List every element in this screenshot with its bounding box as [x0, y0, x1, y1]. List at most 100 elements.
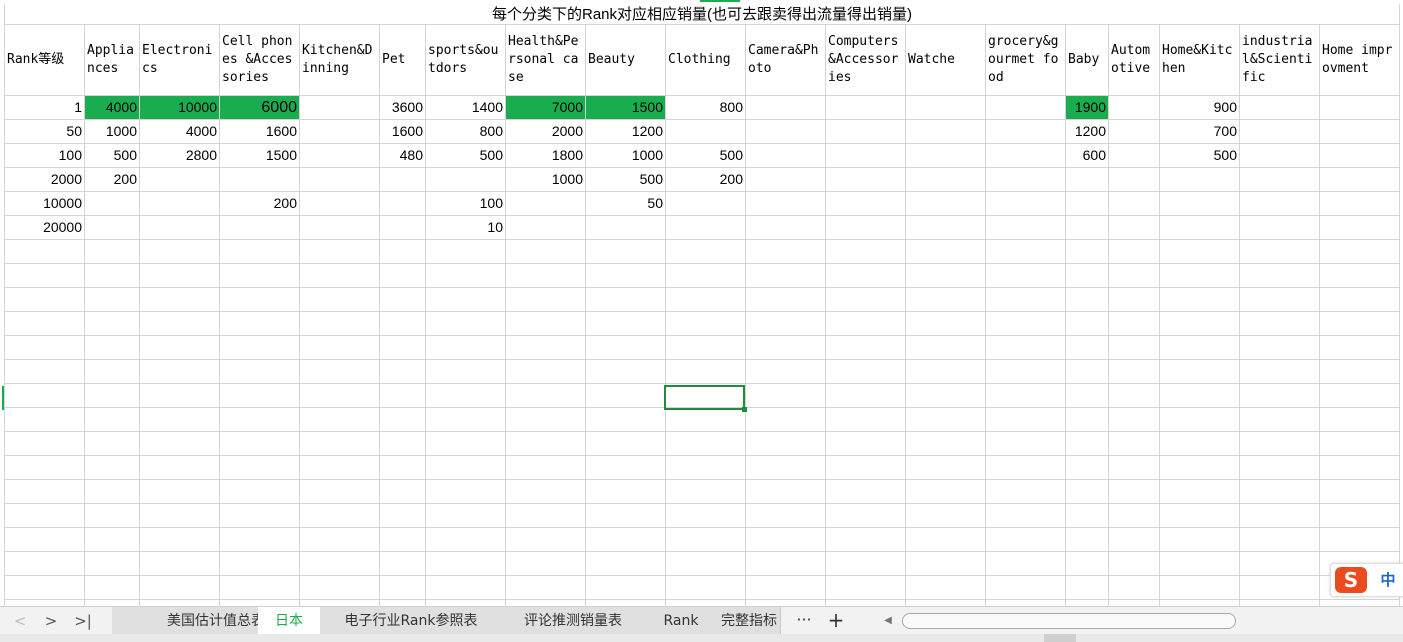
- empty-cell[interactable]: [505, 503, 586, 528]
- table-cell[interactable]: [985, 119, 1066, 144]
- table-cell[interactable]: [379, 191, 426, 216]
- empty-cell[interactable]: [219, 551, 300, 576]
- empty-cell[interactable]: [825, 455, 906, 480]
- empty-cell[interactable]: [905, 287, 986, 312]
- empty-cell[interactable]: [425, 335, 506, 360]
- empty-cell[interactable]: [745, 239, 826, 264]
- table-cell[interactable]: [299, 215, 380, 240]
- table-cell[interactable]: 10: [425, 215, 506, 240]
- table-cell[interactable]: [585, 215, 666, 240]
- table-cell[interactable]: 500: [585, 167, 666, 192]
- empty-cell[interactable]: [139, 455, 220, 480]
- empty-cell[interactable]: [4, 335, 85, 360]
- table-cell[interactable]: 500: [1159, 143, 1240, 168]
- empty-cell[interactable]: [1239, 479, 1320, 504]
- empty-cell[interactable]: [745, 575, 826, 600]
- empty-cell[interactable]: [1065, 335, 1109, 360]
- table-cell[interactable]: 100: [425, 191, 506, 216]
- empty-cell[interactable]: [1108, 527, 1160, 552]
- empty-cell[interactable]: [1159, 239, 1240, 264]
- column-header[interactable]: sports&outdors: [425, 24, 506, 96]
- empty-cell[interactable]: [1065, 575, 1109, 600]
- empty-cell[interactable]: [585, 479, 666, 504]
- table-cell[interactable]: 10000: [139, 95, 220, 120]
- empty-cell[interactable]: [425, 527, 506, 552]
- empty-cell[interactable]: [1159, 335, 1240, 360]
- empty-cell[interactable]: [4, 527, 85, 552]
- table-cell[interactable]: [825, 143, 906, 168]
- empty-cell[interactable]: [139, 575, 220, 600]
- table-cell[interactable]: [745, 191, 826, 216]
- empty-cell[interactable]: [1108, 311, 1160, 336]
- empty-cell[interactable]: [299, 335, 380, 360]
- empty-cell[interactable]: [139, 335, 220, 360]
- empty-cell[interactable]: [825, 527, 906, 552]
- table-cell[interactable]: [379, 215, 426, 240]
- empty-cell[interactable]: [505, 527, 586, 552]
- empty-cell[interactable]: [299, 407, 380, 432]
- empty-cell[interactable]: [84, 359, 140, 384]
- empty-cell[interactable]: [985, 527, 1066, 552]
- table-cell[interactable]: [1159, 167, 1240, 192]
- empty-cell[interactable]: [1319, 479, 1400, 504]
- empty-cell[interactable]: [585, 407, 666, 432]
- empty-cell[interactable]: [665, 263, 746, 288]
- empty-cell[interactable]: [1108, 359, 1160, 384]
- empty-cell[interactable]: [139, 407, 220, 432]
- empty-cell[interactable]: [505, 383, 586, 408]
- empty-cell[interactable]: [1159, 287, 1240, 312]
- empty-cell[interactable]: [825, 287, 906, 312]
- empty-cell[interactable]: [1239, 359, 1320, 384]
- table-cell[interactable]: [665, 119, 746, 144]
- table-cell[interactable]: [825, 191, 906, 216]
- empty-cell[interactable]: [425, 311, 506, 336]
- empty-cell[interactable]: [299, 551, 380, 576]
- empty-cell[interactable]: [985, 503, 1066, 528]
- table-cell[interactable]: [299, 119, 380, 144]
- empty-cell[interactable]: [825, 383, 906, 408]
- empty-cell[interactable]: [425, 551, 506, 576]
- table-cell[interactable]: [985, 191, 1066, 216]
- table-cell[interactable]: [219, 215, 300, 240]
- table-cell[interactable]: 1000: [585, 143, 666, 168]
- empty-cell[interactable]: [425, 407, 506, 432]
- table-cell[interactable]: [905, 95, 986, 120]
- empty-cell[interactable]: [1065, 407, 1109, 432]
- empty-cell[interactable]: [505, 263, 586, 288]
- table-cell[interactable]: [1108, 167, 1160, 192]
- ime-mode-indicator[interactable]: 中: [1377, 569, 1399, 591]
- empty-cell[interactable]: [1159, 503, 1240, 528]
- table-cell[interactable]: [825, 167, 906, 192]
- empty-cell[interactable]: [1065, 311, 1109, 336]
- table-cell[interactable]: 3600: [379, 95, 426, 120]
- empty-cell[interactable]: [84, 527, 140, 552]
- empty-cell[interactable]: [1239, 335, 1320, 360]
- empty-cell[interactable]: [505, 575, 586, 600]
- table-cell[interactable]: [1239, 95, 1320, 120]
- empty-cell[interactable]: [4, 479, 85, 504]
- empty-cell[interactable]: [825, 311, 906, 336]
- empty-cell[interactable]: [1108, 263, 1160, 288]
- empty-cell[interactable]: [425, 479, 506, 504]
- empty-cell[interactable]: [665, 479, 746, 504]
- empty-cell[interactable]: [1239, 575, 1320, 600]
- empty-cell[interactable]: [745, 311, 826, 336]
- table-cell[interactable]: [905, 119, 986, 144]
- table-cell[interactable]: [1159, 215, 1240, 240]
- empty-cell[interactable]: [745, 383, 826, 408]
- table-cell[interactable]: [1239, 143, 1320, 168]
- empty-cell[interactable]: [4, 383, 85, 408]
- empty-cell[interactable]: [219, 407, 300, 432]
- ime-toolbar[interactable]: S 中: [1330, 563, 1403, 597]
- prev-sheet-button[interactable]: <: [10, 611, 30, 631]
- table-cell[interactable]: 500: [665, 143, 746, 168]
- empty-cell[interactable]: [1159, 407, 1240, 432]
- empty-cell[interactable]: [299, 455, 380, 480]
- column-header[interactable]: Baby: [1065, 24, 1109, 96]
- empty-cell[interactable]: [4, 575, 85, 600]
- table-cell[interactable]: 100: [4, 143, 85, 168]
- empty-cell[interactable]: [219, 479, 300, 504]
- empty-cell[interactable]: [1239, 407, 1320, 432]
- empty-cell[interactable]: [505, 335, 586, 360]
- empty-cell[interactable]: [84, 455, 140, 480]
